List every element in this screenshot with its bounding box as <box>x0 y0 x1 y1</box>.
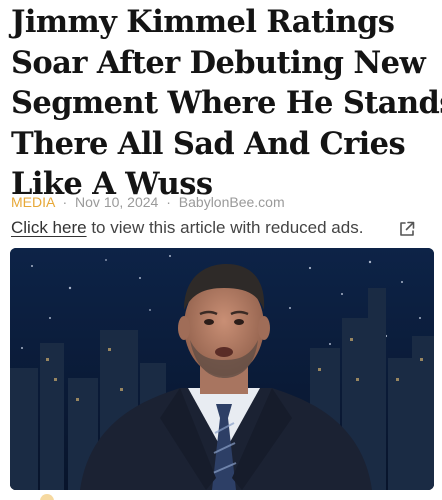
headline-line: Soar After Debuting New <box>11 44 426 81</box>
next-content-strip <box>0 490 442 500</box>
category-link[interactable]: MEDIA <box>11 194 55 210</box>
reduced-ads-notice: Click here to view this article with red… <box>11 218 431 238</box>
meta-separator: · <box>166 194 171 210</box>
article-meta: MEDIA · Nov 10, 2024 · BabylonBee.com <box>11 194 285 210</box>
meta-separator: · <box>62 194 68 210</box>
article-hero-image[interactable] <box>10 248 434 490</box>
external-link-icon[interactable] <box>398 220 416 238</box>
headline-line: Segment Where He Stands <box>11 85 442 121</box>
article-headline: Jimmy Kimmel Ratings Soar After Debuting… <box>11 2 442 205</box>
publish-date: Nov 10, 2024 <box>75 194 159 210</box>
hero-illustration <box>10 248 434 490</box>
source-name: BabylonBee.com <box>178 194 285 210</box>
reduced-ads-link[interactable]: Click here <box>11 218 87 237</box>
article-page: Jimmy Kimmel Ratings Soar After Debuting… <box>0 0 442 500</box>
headline-line: Jimmy Kimmel Ratings <box>11 4 395 40</box>
headline-line: There All Sad And Cries <box>11 125 406 162</box>
reduced-ads-text: to view this article with reduced ads. <box>86 218 364 237</box>
